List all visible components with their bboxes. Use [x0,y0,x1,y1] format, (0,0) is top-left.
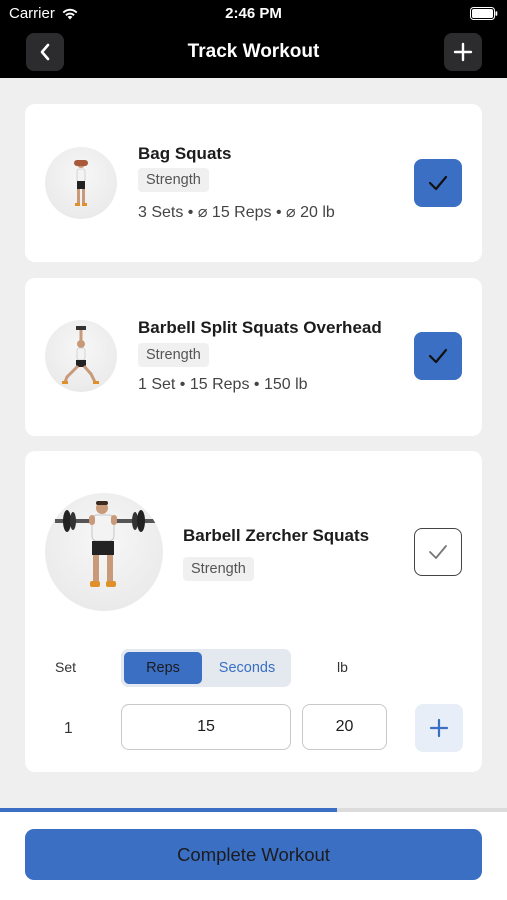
plus-icon [429,718,449,738]
complete-toggle[interactable] [414,528,462,576]
weight-unit-header: lb [337,659,348,675]
page-title: Track Workout [187,41,320,62]
battery-icon [470,7,498,20]
exercise-name: Bag Squats [138,144,232,163]
checkmark-icon [429,545,447,559]
mode-segmented-control: Reps Seconds [121,649,291,687]
category-tag: Strength [138,343,209,367]
reps-mode-option[interactable]: Reps [124,652,202,684]
exercise-summary: 1 Set • 15 Reps • 150 lb [138,376,308,393]
exercise-thumbnail [45,147,117,219]
reps-input[interactable] [121,704,291,750]
exercise-card[interactable]: Bag Squats Strength 3 Sets • ⌀ 15 Reps •… [25,104,482,262]
exercise-card-expanded: Barbell Zercher Squats Strength Set Reps… [25,451,482,772]
exercise-thumbnail [45,320,117,392]
set-number: 1 [64,720,73,737]
track-workout-screen: Carrier 2:46 PM Track Workout Bag Squats… [0,0,507,900]
exercise-name: Barbell Split Squats Overhead [138,318,382,337]
set-column-header: Set [55,659,77,675]
plus-icon [453,42,473,62]
status-bar: Carrier 2:46 PM [0,0,507,28]
exercise-card[interactable]: Barbell Split Squats Overhead Strength 1… [25,278,482,436]
status-time: 2:46 PM [225,5,282,22]
checkmark-icon [428,175,448,191]
navigation-bar: Track Workout [0,28,507,78]
complete-toggle[interactable] [414,332,462,380]
category-tag: Strength [138,168,209,192]
add-exercise-button[interactable] [444,33,482,71]
complete-toggle[interactable] [414,159,462,207]
weight-input[interactable] [302,704,387,750]
checkmark-icon [428,348,448,364]
seconds-mode-option[interactable]: Seconds [205,652,289,684]
exercise-name: Barbell Zercher Squats [183,526,370,545]
exercise-summary: 3 Sets • ⌀ 15 Reps • ⌀ 20 lb [138,204,335,221]
footer: Complete Workout [0,812,507,900]
category-tag: Strength [183,557,254,581]
exercise-thumbnail [45,493,163,611]
add-set-button[interactable] [415,704,463,752]
complete-workout-button[interactable]: Complete Workout [25,829,482,880]
